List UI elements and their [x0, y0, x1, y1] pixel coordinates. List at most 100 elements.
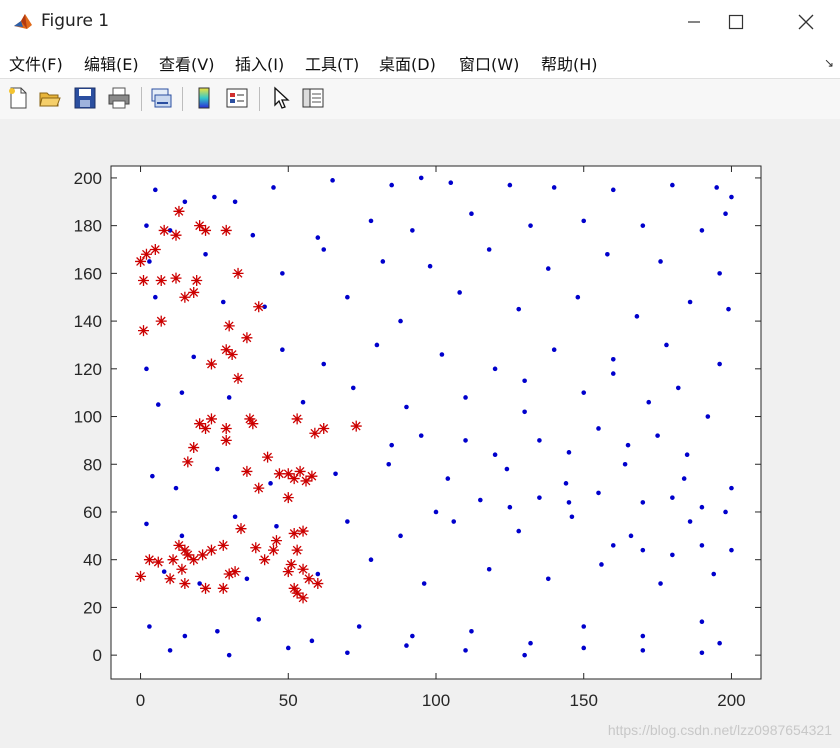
save-button[interactable] [72, 85, 98, 111]
menu-insert[interactable]: 插入(I) [235, 51, 284, 75]
inlier-point [581, 390, 587, 395]
inlier-point [203, 251, 208, 257]
x-tick-label: 150 [570, 691, 598, 710]
inlier-point [445, 476, 451, 481]
inlier-point [469, 211, 474, 217]
inlier-point [605, 251, 610, 257]
maximize-icon [728, 14, 744, 30]
inlier-point [563, 481, 569, 486]
inlier-point [628, 533, 634, 539]
insert-colorbar-button[interactable] [191, 85, 217, 111]
inlier-point [596, 490, 601, 496]
inlier-point [309, 638, 315, 644]
outlier-point [235, 523, 247, 535]
x-tick-label: 100 [422, 691, 450, 710]
inlier-point [522, 409, 527, 415]
inlier-point [625, 442, 631, 448]
maximize-button[interactable] [706, 0, 766, 44]
inlier-point [469, 628, 474, 634]
open-file-button[interactable] [37, 85, 63, 111]
inlier-point [551, 185, 557, 190]
y-tick-label: 200 [74, 169, 102, 188]
menu-edit[interactable]: 编辑(E) [84, 51, 139, 75]
inlier-point [173, 485, 179, 491]
property-inspector-icon [302, 88, 324, 108]
inlier-point [410, 633, 415, 639]
inlier-point [179, 390, 185, 395]
inlier-point [717, 361, 722, 367]
dock-arrow-icon[interactable]: ↘ [824, 56, 834, 70]
outlier-point [200, 224, 212, 236]
inlier-point [389, 182, 394, 188]
menu-bar: 文件(F) 编辑(E) 查看(V) 插入(I) 工具(T) 桌面(D) 窗口(W… [0, 44, 840, 78]
inlier-point [569, 514, 575, 520]
print-button[interactable] [106, 85, 132, 111]
inlier-point [321, 247, 327, 252]
inlier-point [640, 223, 646, 228]
inlier-point [640, 633, 646, 639]
inlier-point [622, 461, 628, 467]
outlier-point [288, 527, 300, 539]
outlier-point [205, 544, 217, 556]
outlier-point [179, 578, 191, 590]
inlier-point [368, 557, 374, 562]
outlier-point [155, 315, 167, 327]
inlier-point [729, 194, 734, 200]
inlier-point [492, 452, 498, 458]
arrow-pointer-icon [274, 86, 290, 109]
inlier-point [182, 633, 188, 639]
y-tick-label: 0 [93, 646, 102, 665]
new-figure-button[interactable] [5, 85, 31, 111]
outlier-point [179, 291, 191, 303]
inlier-point [147, 259, 152, 264]
inlier-point [153, 187, 158, 193]
outlier-point [158, 224, 170, 236]
scatter-plot[interactable]: 0 50 100 150 200 0 20 40 60 80 100 120 140 160 180 200 [0, 119, 840, 748]
y-tick-label: 40 [83, 551, 102, 570]
inlier-point [723, 211, 728, 217]
inlier-point [537, 495, 542, 500]
link-plot-button[interactable] [148, 85, 174, 111]
folder-open-icon [39, 92, 61, 107]
y-tick-label: 160 [74, 264, 102, 283]
insert-legend-button[interactable] [224, 85, 250, 111]
menu-file[interactable]: 文件(F) [9, 51, 63, 75]
outlier-point [191, 275, 203, 287]
menu-tools[interactable]: 工具(T) [305, 51, 359, 75]
inlier-point [528, 640, 533, 646]
toolbar [0, 78, 840, 120]
inlier-point [634, 314, 640, 319]
inlier-point [610, 356, 616, 362]
outlier-point [138, 325, 149, 337]
close-icon [798, 14, 814, 30]
outlier-point [253, 301, 265, 313]
outlier-point [220, 434, 232, 446]
inlier-point [507, 504, 513, 510]
x-tick-label: 50 [279, 691, 298, 710]
inlier-point [640, 648, 646, 653]
inlier-point [215, 628, 220, 634]
close-button[interactable] [776, 0, 836, 44]
outlier-point [188, 442, 200, 454]
inlier-point [486, 566, 492, 572]
outlier-point [229, 566, 241, 578]
outlier-point [270, 535, 282, 547]
menu-view[interactable]: 查看(V) [159, 51, 214, 75]
inlier-point [699, 504, 705, 510]
inlier-point [699, 650, 705, 656]
menu-help[interactable]: 帮助(H) [541, 51, 598, 75]
outlier-point [188, 554, 200, 566]
outlier-point [220, 344, 232, 356]
outlier-point [226, 348, 238, 360]
outlier-point [291, 413, 303, 425]
property-inspector-button[interactable] [300, 85, 326, 111]
inlier-point [522, 652, 527, 658]
figure-canvas[interactable]: 0 50 100 150 200 0 20 40 60 80 100 120 140 160 180 200 … [0, 119, 840, 748]
outlier-point [297, 525, 309, 537]
inlier-point [212, 194, 217, 200]
menu-window[interactable]: 窗口(W) [459, 51, 519, 75]
edit-plot-button[interactable] [268, 85, 294, 111]
inlier-point [300, 399, 306, 405]
menu-desktop[interactable]: 桌面(D) [379, 51, 436, 75]
x-tick-label: 0 [136, 691, 145, 710]
